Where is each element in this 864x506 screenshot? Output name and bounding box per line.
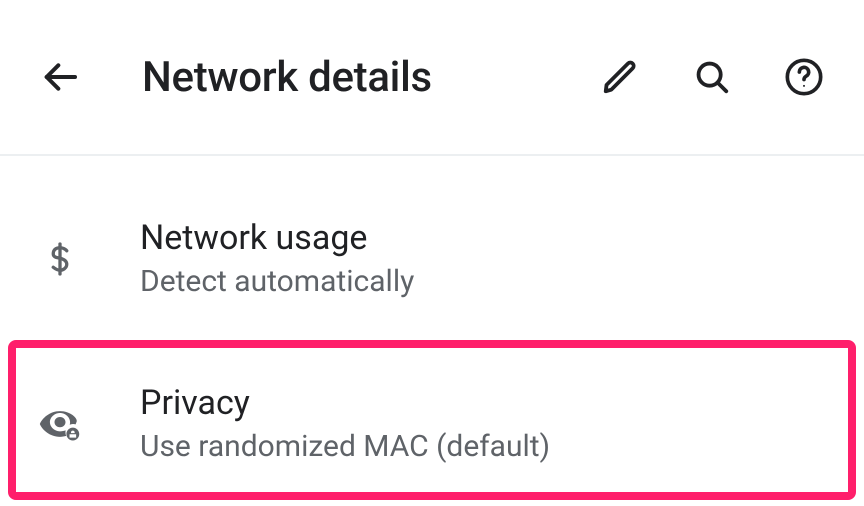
settings-list: Network usage Detect automatically Priva… bbox=[0, 156, 864, 486]
dollar-icon bbox=[36, 235, 84, 283]
page-title: Network details bbox=[142, 53, 596, 102]
pencil-icon bbox=[601, 58, 639, 96]
app-bar: Network details bbox=[0, 0, 864, 156]
help-icon bbox=[784, 57, 824, 97]
network-usage-item[interactable]: Network usage Detect automatically bbox=[0, 196, 864, 321]
item-subtitle: Use randomized MAC (default) bbox=[140, 429, 828, 464]
help-button[interactable] bbox=[780, 53, 828, 101]
item-subtitle: Detect automatically bbox=[140, 264, 828, 299]
back-button[interactable] bbox=[36, 53, 84, 101]
arrow-back-icon bbox=[40, 57, 80, 97]
search-button[interactable] bbox=[688, 53, 736, 101]
edit-button[interactable] bbox=[596, 53, 644, 101]
search-icon bbox=[693, 58, 731, 96]
action-bar bbox=[596, 53, 828, 101]
item-title: Network usage bbox=[140, 218, 828, 258]
item-text: Network usage Detect automatically bbox=[140, 218, 828, 299]
item-text: Privacy Use randomized MAC (default) bbox=[140, 383, 828, 464]
privacy-eye-icon bbox=[36, 400, 84, 448]
item-title: Privacy bbox=[140, 383, 828, 423]
privacy-item[interactable]: Privacy Use randomized MAC (default) bbox=[0, 361, 864, 486]
